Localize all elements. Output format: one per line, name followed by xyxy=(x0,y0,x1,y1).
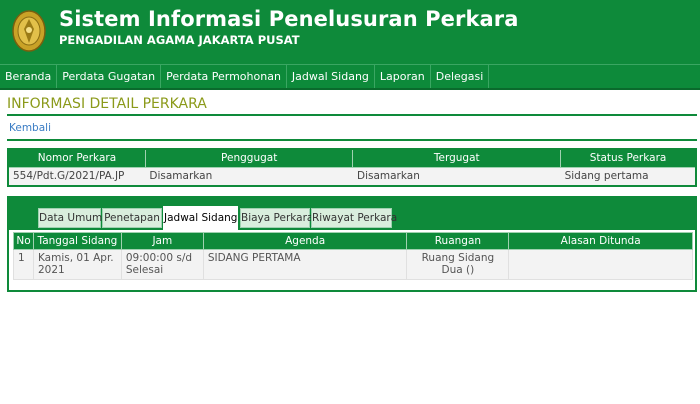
tab-biaya-perkara[interactable]: Biaya Perkara xyxy=(240,208,313,228)
main-nav: Beranda Perdata Gugatan Perdata Permohon… xyxy=(0,64,700,90)
table-header-row: Nomor Perkara Penggugat Tergugat Status … xyxy=(8,149,696,167)
hearing-room: Ruang Sidang Dua () xyxy=(406,249,510,280)
column-header: No xyxy=(13,232,34,250)
column-header: Penggugat xyxy=(145,149,354,167)
tab-data-umum[interactable]: Data Umum xyxy=(38,208,102,228)
table-row: 554/Pdt.G/2021/PA.JP Disamarkan Disamark… xyxy=(8,166,696,186)
title-divider xyxy=(7,114,697,116)
plaintiff: Disamarkan xyxy=(145,166,353,186)
tab-jadwal-sidang[interactable]: Jadwal Sidang xyxy=(163,206,238,230)
nav-perdata-permohonan[interactable]: Perdata Permohonan xyxy=(161,65,287,88)
defendant: Disamarkan xyxy=(352,166,561,186)
app-title: Sistem Informasi Penelusuran Perkara xyxy=(59,7,519,31)
hearing-date: Kamis, 01 Apr. 2021 xyxy=(32,249,122,280)
column-header: Alasan Ditunda xyxy=(508,232,693,250)
hearing-schedule-table: No Tanggal Sidang Jam Agenda Ruangan Ala… xyxy=(13,232,693,280)
column-header: Jam xyxy=(120,232,204,250)
column-header: Tanggal Sidang xyxy=(32,232,122,250)
table-header-row: No Tanggal Sidang Jam Agenda Ruangan Ala… xyxy=(13,232,693,250)
hearing-agenda: SIDANG PERTAMA xyxy=(202,249,408,280)
nav-delegasi[interactable]: Delegasi xyxy=(431,65,490,88)
hearing-time: 09:00:00 s/d Selesai xyxy=(120,249,204,280)
nav-jadwal-sidang[interactable]: Jadwal Sidang xyxy=(287,65,375,88)
column-header: Nomor Perkara xyxy=(8,149,146,167)
tab-riwayat-perkara[interactable]: Riwayat Perkara xyxy=(311,208,397,228)
court-emblem-icon xyxy=(12,10,46,52)
court-name: PENGADILAN AGAMA JAKARTA PUSAT xyxy=(59,33,300,47)
back-link[interactable]: Kembali xyxy=(9,122,51,134)
column-header: Tergugat xyxy=(352,149,562,167)
link-divider xyxy=(7,139,697,141)
postponement-reason xyxy=(508,249,693,280)
detail-panel: Data Umum Penetapan Jadwal Sidang Biaya … xyxy=(7,196,697,292)
column-header: Ruangan xyxy=(406,232,510,250)
column-header: Agenda xyxy=(202,232,408,250)
nav-laporan[interactable]: Laporan xyxy=(375,65,431,88)
nav-beranda[interactable]: Beranda xyxy=(0,65,58,88)
hearing-number: 1 xyxy=(13,249,34,280)
table-row: 1 Kamis, 01 Apr. 2021 09:00:00 s/d Seles… xyxy=(13,249,693,280)
app-header: Sistem Informasi Penelusuran Perkara PEN… xyxy=(0,0,700,64)
case-number: 554/Pdt.G/2021/PA.JP xyxy=(8,166,146,186)
tab-strip: Data Umum Penetapan Jadwal Sidang Biaya … xyxy=(9,198,695,230)
nav-perdata-gugatan[interactable]: Perdata Gugatan xyxy=(57,65,162,88)
case-summary-table: Nomor Perkara Penggugat Tergugat Status … xyxy=(7,148,697,187)
case-status: Sidang pertama xyxy=(560,166,696,186)
tab-penetapan[interactable]: Penetapan xyxy=(102,208,162,228)
page-title: INFORMASI DETAIL PERKARA xyxy=(7,96,207,112)
column-header: Status Perkara xyxy=(560,149,696,167)
